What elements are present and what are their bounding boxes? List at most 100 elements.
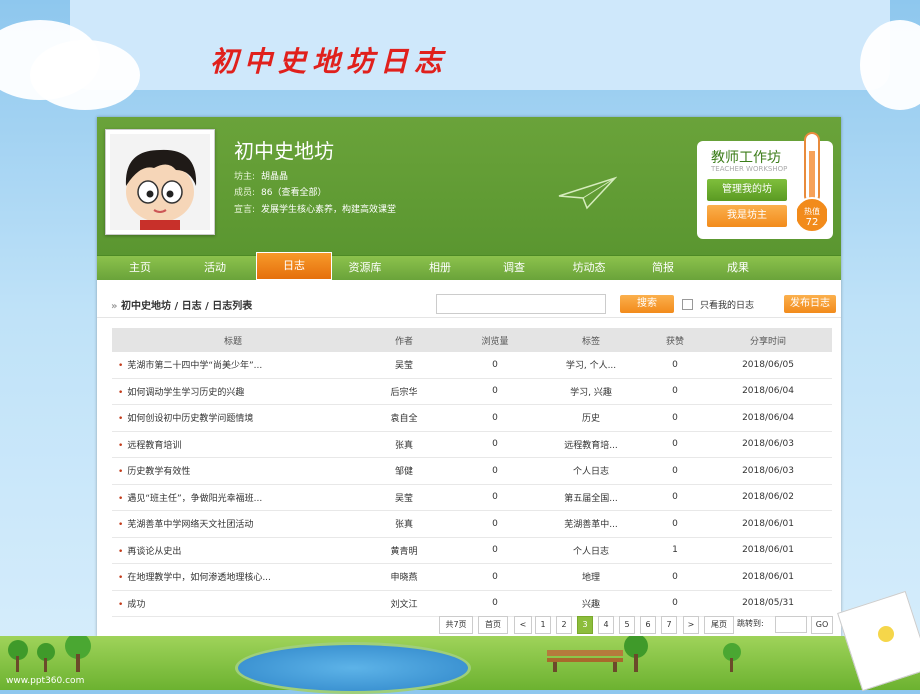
col-title: 标题 xyxy=(112,328,354,352)
members-label: 成员: xyxy=(234,188,256,198)
nav-dynamics[interactable]: 坊动态 xyxy=(552,256,626,280)
table-row[interactable]: 远程教育培训张真0远程教育培...02018/06/03 xyxy=(112,431,832,458)
pager-jump-input[interactable] xyxy=(775,616,807,633)
members-link[interactable]: 86（查看全部） xyxy=(261,188,326,198)
pager-page[interactable]: 2 xyxy=(556,616,572,634)
only-mine-label: 只看我的日志 xyxy=(700,301,755,311)
heat-label: 热值 xyxy=(804,207,820,216)
blog-table: 标题 作者 浏览量 标签 获赞 分享时间 芜湖市第二十四中学“尚美少年”...吴… xyxy=(112,328,832,617)
table-row[interactable]: 历史教学有效性邹健0个人日志02018/06/03 xyxy=(112,457,832,485)
pager-page[interactable]: 5 xyxy=(619,616,635,634)
pager-next[interactable]: > xyxy=(683,616,699,634)
cell-title[interactable]: 芜湖善革中学网络天文社团活动 xyxy=(112,510,354,538)
cell-title[interactable]: 如何创设初中历史教学问题情境 xyxy=(112,404,354,432)
publish-blog-button[interactable]: 发布日志 xyxy=(784,295,836,313)
table-row[interactable]: 芜湖市第二十四中学“尚美少年”...吴莹0学习, 个人...02018/06/0… xyxy=(112,352,832,379)
cell-tags: 学习, 兴趣 xyxy=(536,378,646,405)
breadcrumb-root[interactable]: 初中史地坊 xyxy=(121,301,171,312)
cell-tags: 个人日志 xyxy=(536,537,646,564)
pager-last[interactable]: 尾页 xyxy=(704,616,734,634)
cell-title[interactable]: 成功 xyxy=(112,590,354,617)
cell-author[interactable]: 申晓燕 xyxy=(354,563,454,591)
cell-tags: 历史 xyxy=(536,404,646,432)
table-row[interactable]: 如何调动学生学习历史的兴趣后宗华0学习, 兴趣02018/06/04 xyxy=(112,378,832,405)
watermark: www.ppt360.com xyxy=(6,676,85,686)
nav-briefing[interactable]: 简报 xyxy=(626,256,700,280)
cell-author[interactable]: 黄青明 xyxy=(354,537,454,564)
bench-icon xyxy=(547,650,623,672)
table-row[interactable]: 遇见“班主任”，争做阳光幸福班...吴莹0第五届全国...02018/06/02 xyxy=(112,484,832,511)
cell-share-time: 2018/06/03 xyxy=(704,457,832,485)
col-likes: 获赞 xyxy=(646,328,704,352)
breadcrumb-blog[interactable]: 日志 xyxy=(182,301,202,312)
cell-share-time: 2018/06/01 xyxy=(704,563,832,591)
table-header-row: 标题 作者 浏览量 标签 获赞 分享时间 xyxy=(112,328,832,352)
cell-title[interactable]: 芜湖市第二十四中学“尚美少年”... xyxy=(112,352,354,379)
col-share-time: 分享时间 xyxy=(704,328,832,352)
cell-author[interactable]: 吴莹 xyxy=(354,484,454,511)
cell-author[interactable]: 邹健 xyxy=(354,457,454,485)
i-am-owner-button[interactable]: 我是坊主 xyxy=(707,205,787,227)
pager-page[interactable]: 1 xyxy=(535,616,551,634)
owner-name[interactable]: 胡晶晶 xyxy=(261,172,288,182)
cell-likes: 0 xyxy=(646,510,704,538)
search-input[interactable] xyxy=(436,294,606,314)
cell-author[interactable]: 后宗华 xyxy=(354,378,454,405)
pager-prev[interactable]: < xyxy=(514,616,532,634)
paper-plane-icon xyxy=(558,176,617,210)
slide-title: 初中史地坊日志 xyxy=(210,45,449,78)
cell-share-time: 2018/06/02 xyxy=(704,484,832,511)
pager-page[interactable]: 6 xyxy=(640,616,656,634)
cell-title[interactable]: 遇见“班主任”，争做阳光幸福班... xyxy=(112,484,354,511)
cell-views: 0 xyxy=(454,404,536,432)
cell-title[interactable]: 远程教育培训 xyxy=(112,431,354,458)
nav-achievements[interactable]: 成果 xyxy=(701,256,775,280)
table-row[interactable]: 芜湖善革中学网络天文社团活动张真0芜湖善革中...02018/06/01 xyxy=(112,510,832,538)
cell-views: 0 xyxy=(454,431,536,458)
cell-likes: 0 xyxy=(646,378,704,405)
cell-views: 0 xyxy=(454,378,536,405)
nav-blog[interactable]: 日志 xyxy=(256,252,332,280)
col-views: 浏览量 xyxy=(454,328,536,352)
search-button[interactable]: 搜索 xyxy=(620,295,674,313)
cell-tags: 地理 xyxy=(536,563,646,591)
cell-tags: 学习, 个人... xyxy=(536,352,646,379)
cell-title[interactable]: 再谈论从史出 xyxy=(112,537,354,564)
heat-value: 72 xyxy=(805,217,819,228)
cell-title[interactable]: 在地理教学中，如何渗透地理核心... xyxy=(112,563,354,591)
manage-workshop-button[interactable]: 管理我的坊 xyxy=(707,179,787,201)
motto-text: 发展学生核心素养，构建高效课堂 xyxy=(261,205,397,215)
table-row[interactable]: 再谈论从史出黄青明0个人日志12018/06/01 xyxy=(112,537,832,564)
pager-page-current[interactable]: 3 xyxy=(577,616,593,634)
pager-go-button[interactable]: GO xyxy=(811,616,833,634)
only-mine-checkbox[interactable] xyxy=(682,299,693,310)
tree-icon xyxy=(624,636,741,672)
cell-likes: 0 xyxy=(646,431,704,458)
cell-author[interactable]: 张真 xyxy=(354,510,454,538)
pager-page[interactable]: 4 xyxy=(598,616,614,634)
pager-first[interactable]: 首页 xyxy=(478,616,508,634)
nav-survey[interactable]: 调查 xyxy=(477,256,551,280)
cell-title[interactable]: 历史教学有效性 xyxy=(112,457,354,485)
cell-author[interactable]: 张真 xyxy=(354,431,454,458)
cell-author[interactable]: 袁自全 xyxy=(354,404,454,432)
pager-total: 共7页 xyxy=(439,616,473,634)
cell-views: 0 xyxy=(454,537,536,564)
nav-resources[interactable]: 资源库 xyxy=(328,256,402,280)
motto-label: 宣言: xyxy=(234,205,256,215)
nav-album[interactable]: 相册 xyxy=(403,256,477,280)
cell-author[interactable]: 吴莹 xyxy=(354,352,454,379)
table-row[interactable]: 在地理教学中，如何渗透地理核心...申晓燕0地理02018/06/01 xyxy=(112,563,832,591)
breadcrumb: » 初中史地坊 / 日志 / 日志列表 xyxy=(111,297,252,312)
cell-author[interactable]: 刘文江 xyxy=(354,590,454,617)
pager-page[interactable]: 7 xyxy=(661,616,677,634)
cell-views: 0 xyxy=(454,590,536,617)
cell-likes: 0 xyxy=(646,352,704,379)
cell-share-time: 2018/06/05 xyxy=(704,352,832,379)
nav-home[interactable]: 主页 xyxy=(103,256,177,280)
tree-icon xyxy=(8,636,91,672)
cell-title[interactable]: 如何调动学生学习历史的兴趣 xyxy=(112,378,354,405)
table-row[interactable]: 如何创设初中历史教学问题情境袁自全0历史02018/06/04 xyxy=(112,404,832,432)
nav-activity[interactable]: 活动 xyxy=(178,256,252,280)
table-row[interactable]: 成功刘文江0兴趣02018/05/31 xyxy=(112,590,832,617)
